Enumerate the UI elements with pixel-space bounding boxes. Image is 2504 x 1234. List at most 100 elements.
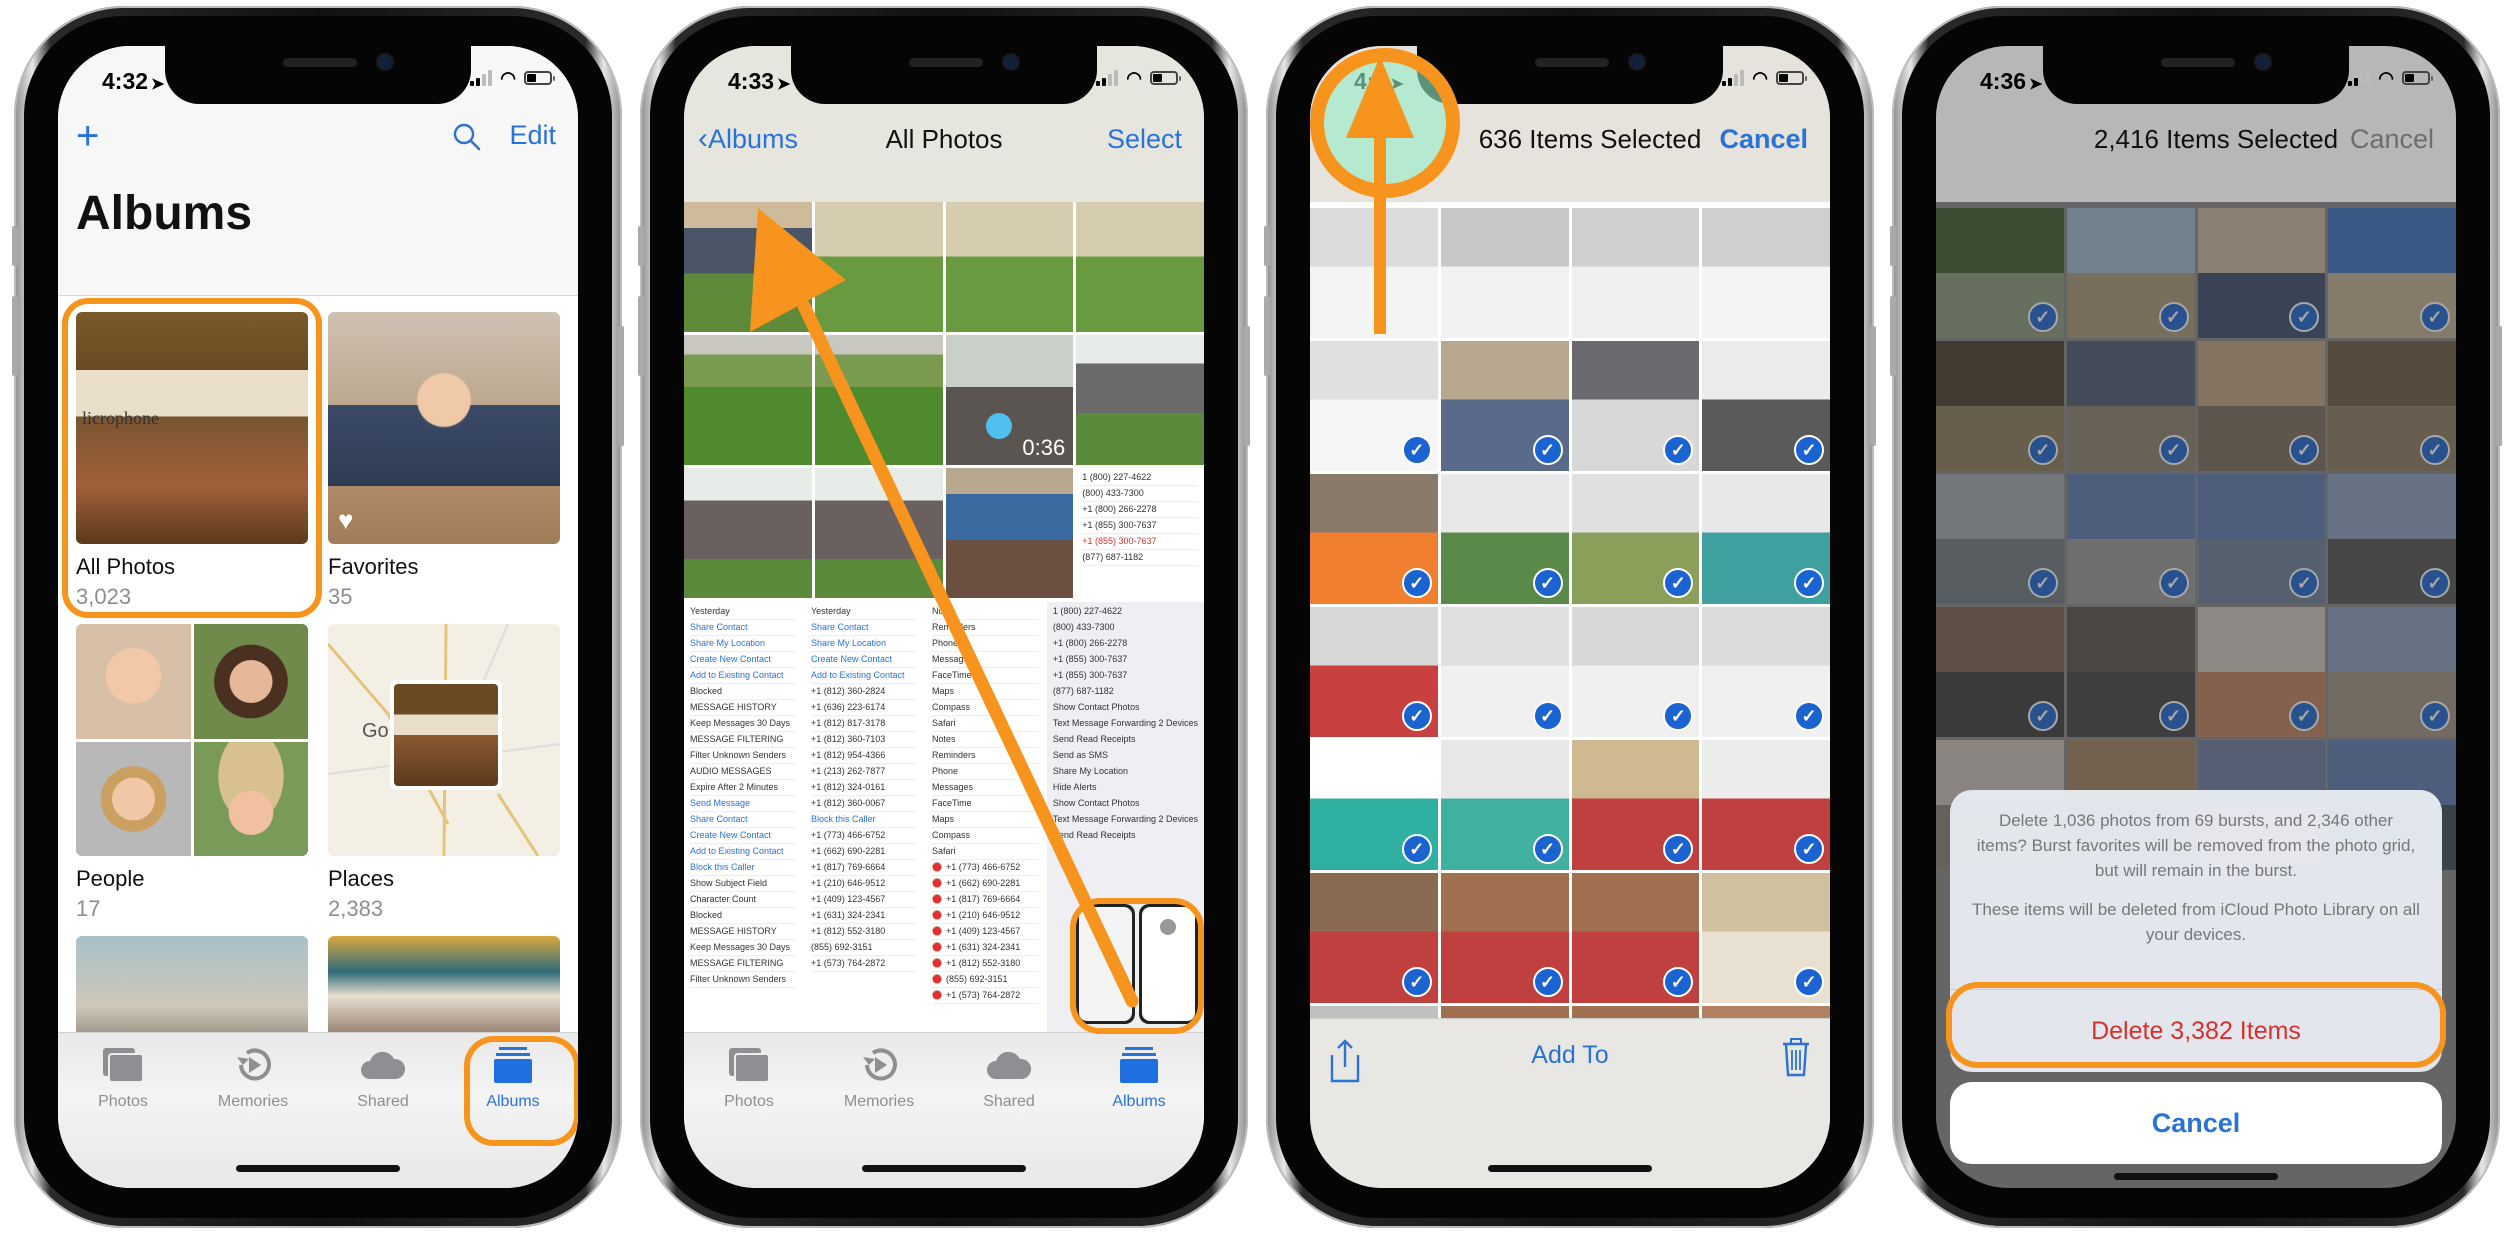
checkmark-icon: ✓	[1663, 701, 1694, 731]
album-name: Favorites	[328, 554, 419, 579]
photo-tile[interactable]: ✓	[1440, 341, 1569, 471]
screenshot-column[interactable]: Yesterday Share Contact Share My Location C…	[804, 602, 923, 1032]
search-icon[interactable]	[452, 122, 482, 152]
photo-tile[interactable]: ✓	[1571, 873, 1700, 1003]
list-row: +1 (812) 954-4366	[810, 748, 917, 764]
wifi-icon: ◠	[2378, 68, 2394, 88]
list-row: AUDIO MESSAGES	[690, 764, 796, 780]
person-photo	[193, 624, 308, 739]
photo-tile[interactable]	[945, 468, 1074, 598]
sheet-cancel-button[interactable]: Cancel	[1950, 1082, 2442, 1164]
album-favorites[interactable]: ♥ Favorites 35	[328, 312, 560, 610]
phone-delete-confirm: 4:36 ➤ ◠ 2,416 Items Selected Cancel ✓ ✓ ✓ ✓…	[1890, 6, 2502, 1228]
checkmark-icon: ✓	[1794, 967, 1824, 997]
heart-icon: ♥	[338, 505, 354, 535]
tab-memories[interactable]: Memories	[188, 1043, 318, 1111]
photo-tile[interactable]	[1702, 208, 1830, 338]
photo-tile[interactable]: ✓	[1440, 740, 1569, 870]
list-row: (855) 692-3151	[810, 940, 917, 956]
checkmark-icon: ✓	[1401, 701, 1432, 731]
tab-photos[interactable]: Photos	[58, 1043, 188, 1111]
photo-tile[interactable]: ✓	[1310, 873, 1438, 1003]
photo-tile[interactable]	[814, 335, 943, 465]
checkmark-icon: ✓	[1401, 967, 1432, 997]
list-row: Safari	[931, 844, 1038, 860]
nav-bar: 2,416 Items Selected Cancel	[1936, 106, 2456, 202]
list-row: Create New Contact	[690, 828, 796, 844]
home-indicator	[236, 1165, 400, 1172]
list-row: +1 (817) 769-6664	[931, 892, 1038, 908]
list-row: Messages	[931, 780, 1038, 796]
tab-memories[interactable]: Memories	[814, 1043, 944, 1111]
battery-icon	[1776, 71, 1807, 85]
photo-tile[interactable]: ✓	[1571, 607, 1700, 737]
photo-tile[interactable]: ✓	[1310, 740, 1438, 870]
home-indicator	[1488, 1165, 1652, 1172]
list-row: Character Count	[690, 892, 796, 908]
list-row: +1 (213) 262-7877	[810, 764, 917, 780]
toolbar: Add To	[1310, 1018, 1830, 1188]
photo-tile[interactable]	[945, 202, 1074, 332]
tab-photos[interactable]: Photos	[684, 1043, 814, 1111]
photo-tile[interactable]: ✓	[1310, 607, 1438, 737]
mute-switch	[12, 226, 18, 266]
photo-tile[interactable]: ✓	[1571, 341, 1700, 471]
scroll-up-arrow-icon	[1346, 56, 1414, 334]
photo-tile[interactable]: ✓	[1310, 474, 1438, 604]
checkmark-icon: ✓	[1794, 435, 1824, 465]
list-row: Notes	[931, 604, 1038, 620]
tab-shared[interactable]: Shared	[318, 1043, 448, 1111]
video-tile[interactable]: 0:36	[945, 335, 1074, 465]
screenshot-column[interactable]: Yesterday Share Contact Share My Location C…	[684, 602, 802, 1032]
photo-tile[interactable]: ✓	[1702, 873, 1830, 1003]
photo-tile[interactable]	[684, 202, 812, 332]
screenshot-column[interactable]: Notes Reminders Phone Messages FaceTime Maps C…	[925, 602, 1044, 1032]
photo-tile[interactable]: ✓	[1571, 474, 1700, 604]
album-count: 2,383	[328, 896, 384, 921]
album-places[interactable]: Go Places 2,383	[328, 624, 560, 922]
photo-tile[interactable]	[684, 335, 812, 465]
photo-tile[interactable]	[684, 468, 812, 598]
checkmark-icon: ✓	[1401, 435, 1432, 465]
trash-icon[interactable]	[1782, 1037, 1810, 1077]
photo-tile[interactable]	[1076, 335, 1204, 465]
list-row: MESSAGE FILTERING	[690, 956, 796, 972]
list-row: (877) 687-1182	[1052, 684, 1198, 700]
album-people[interactable]: People 17	[76, 624, 308, 922]
album-name: People	[76, 866, 145, 891]
battery-icon	[2402, 71, 2433, 85]
tab-shared[interactable]: Shared	[944, 1043, 1074, 1111]
photo-tile[interactable]	[814, 202, 943, 332]
photo-tile[interactable]	[1571, 208, 1700, 338]
photo-tile[interactable]: ✓	[1702, 474, 1830, 604]
map-pin-photo	[390, 680, 502, 790]
photo-tile[interactable]: ✓	[1440, 474, 1569, 604]
checkmark-icon: ✓	[1401, 568, 1432, 598]
cancel-button[interactable]: Cancel	[2350, 124, 2434, 155]
photo-tile[interactable]: ✓	[1310, 341, 1438, 471]
photo-tile[interactable]	[814, 468, 943, 598]
screenshot-tile[interactable]: 1 (800) 227-4622 (800) 433-7300 +1 (800) 2…	[1076, 468, 1204, 598]
list-row: Maps	[931, 684, 1038, 700]
cancel-button[interactable]: Cancel	[1719, 124, 1808, 155]
checkmark-icon: ✓	[1794, 568, 1824, 598]
photo-tile[interactable]: ✓	[1440, 873, 1569, 1003]
photo-tile[interactable]: ✓	[1702, 341, 1830, 471]
photo-tile[interactable]: ✓	[1440, 607, 1569, 737]
list-row: Compass	[931, 700, 1038, 716]
photo-tile[interactable]: ✓	[1571, 740, 1700, 870]
list-row: +1 (812) 360-7103	[810, 732, 917, 748]
photo-tile[interactable]: ✓	[1702, 740, 1830, 870]
add-to-button[interactable]: Add To	[1310, 1041, 1830, 1070]
nav-bar: + Edit Albums	[58, 106, 578, 296]
edit-button[interactable]: Edit	[509, 120, 556, 151]
screen: 4:33➤ ◠ ‹Albums All Photos Select 0:36	[684, 46, 1204, 1188]
add-album-button[interactable]: +	[76, 114, 99, 159]
tab-albums[interactable]: Albums	[1074, 1043, 1204, 1111]
screen: 4:32 ➤ ◠ + Edit Albums licrophone All Pho…	[58, 46, 578, 1188]
photo-tile[interactable]	[1076, 202, 1204, 332]
photo-tile[interactable]: ✓	[1702, 607, 1830, 737]
list-row: +1 (662) 690-2281	[810, 844, 917, 860]
select-button[interactable]: Select	[1107, 124, 1182, 155]
list-row: Block this Caller	[810, 812, 917, 828]
